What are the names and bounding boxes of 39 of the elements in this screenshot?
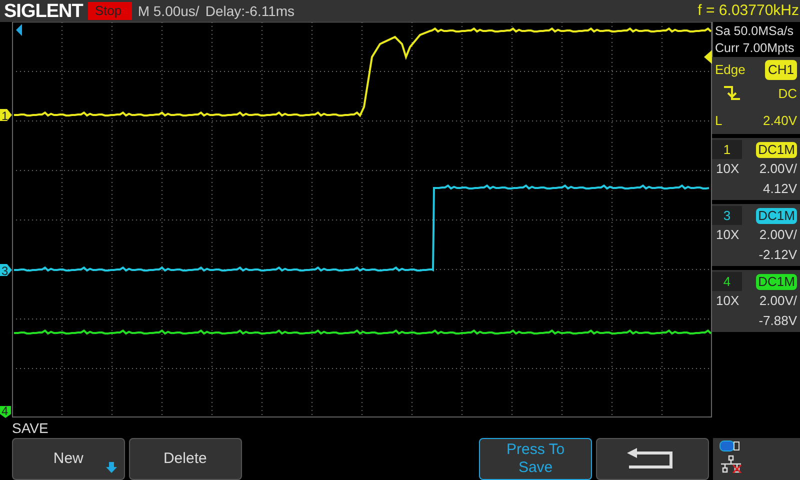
trigger-position-marker — [16, 24, 22, 36]
channel-number[interactable]: 3 — [712, 206, 742, 225]
trigger-coupling-label: DC — [778, 84, 797, 102]
channel-number[interactable]: 1 — [712, 140, 742, 159]
memory-depth-readout: Curr 7.00Mpts — [715, 40, 796, 57]
down-arrow-icon — [106, 462, 117, 473]
softkey-button[interactable]: New — [12, 438, 125, 480]
back-button[interactable] — [596, 438, 709, 480]
network-disconnected-icon — [718, 455, 743, 473]
trigger-level-readout: 2.40V — [763, 112, 797, 130]
offset-readout: -7.88V — [758, 312, 797, 330]
channel-marker: 1 — [0, 109, 12, 123]
channel-marker: 4 — [0, 404, 11, 418]
offset-readout: 4.12V — [762, 180, 797, 198]
usb-drive-icon — [718, 440, 741, 452]
brand-logo: SIGLENT — [4, 2, 83, 20]
scale-readout: 2.00V/ — [759, 160, 797, 178]
softkey-button[interactable]: Press To Save — [479, 438, 592, 480]
trigger-source-label: CH1 — [764, 60, 797, 80]
trigger-type-label: Edge — [715, 61, 746, 79]
channel-marker: 3 — [0, 264, 12, 278]
coupling-label: DC1M — [756, 274, 797, 290]
channel-number[interactable]: 4 — [712, 272, 742, 291]
timebase-readout: M 5.00us/ — [138, 2, 200, 20]
scale-readout: 2.00V/ — [759, 292, 797, 310]
menu-title: SAVE — [11, 419, 50, 438]
probe-label: 10X — [716, 292, 740, 310]
probe-label: 10X — [716, 226, 740, 244]
coupling-label: DC1M — [756, 142, 797, 158]
coupling-label: DC1M — [756, 208, 797, 224]
trigger-level-label: L — [715, 112, 722, 130]
sample-rate-readout: Sa 50.0MSa/s — [715, 23, 795, 40]
probe-label: 10X — [716, 160, 740, 178]
frequency-readout: f = 6.03770kHz — [698, 0, 799, 21]
scale-readout: 2.00V/ — [759, 226, 797, 244]
offset-readout: -2.12V — [758, 246, 797, 264]
falling-edge-icon — [723, 85, 741, 102]
softkey-button[interactable]: Delete — [128, 438, 242, 480]
delay-readout: Delay:-6.11ms — [205, 2, 295, 21]
